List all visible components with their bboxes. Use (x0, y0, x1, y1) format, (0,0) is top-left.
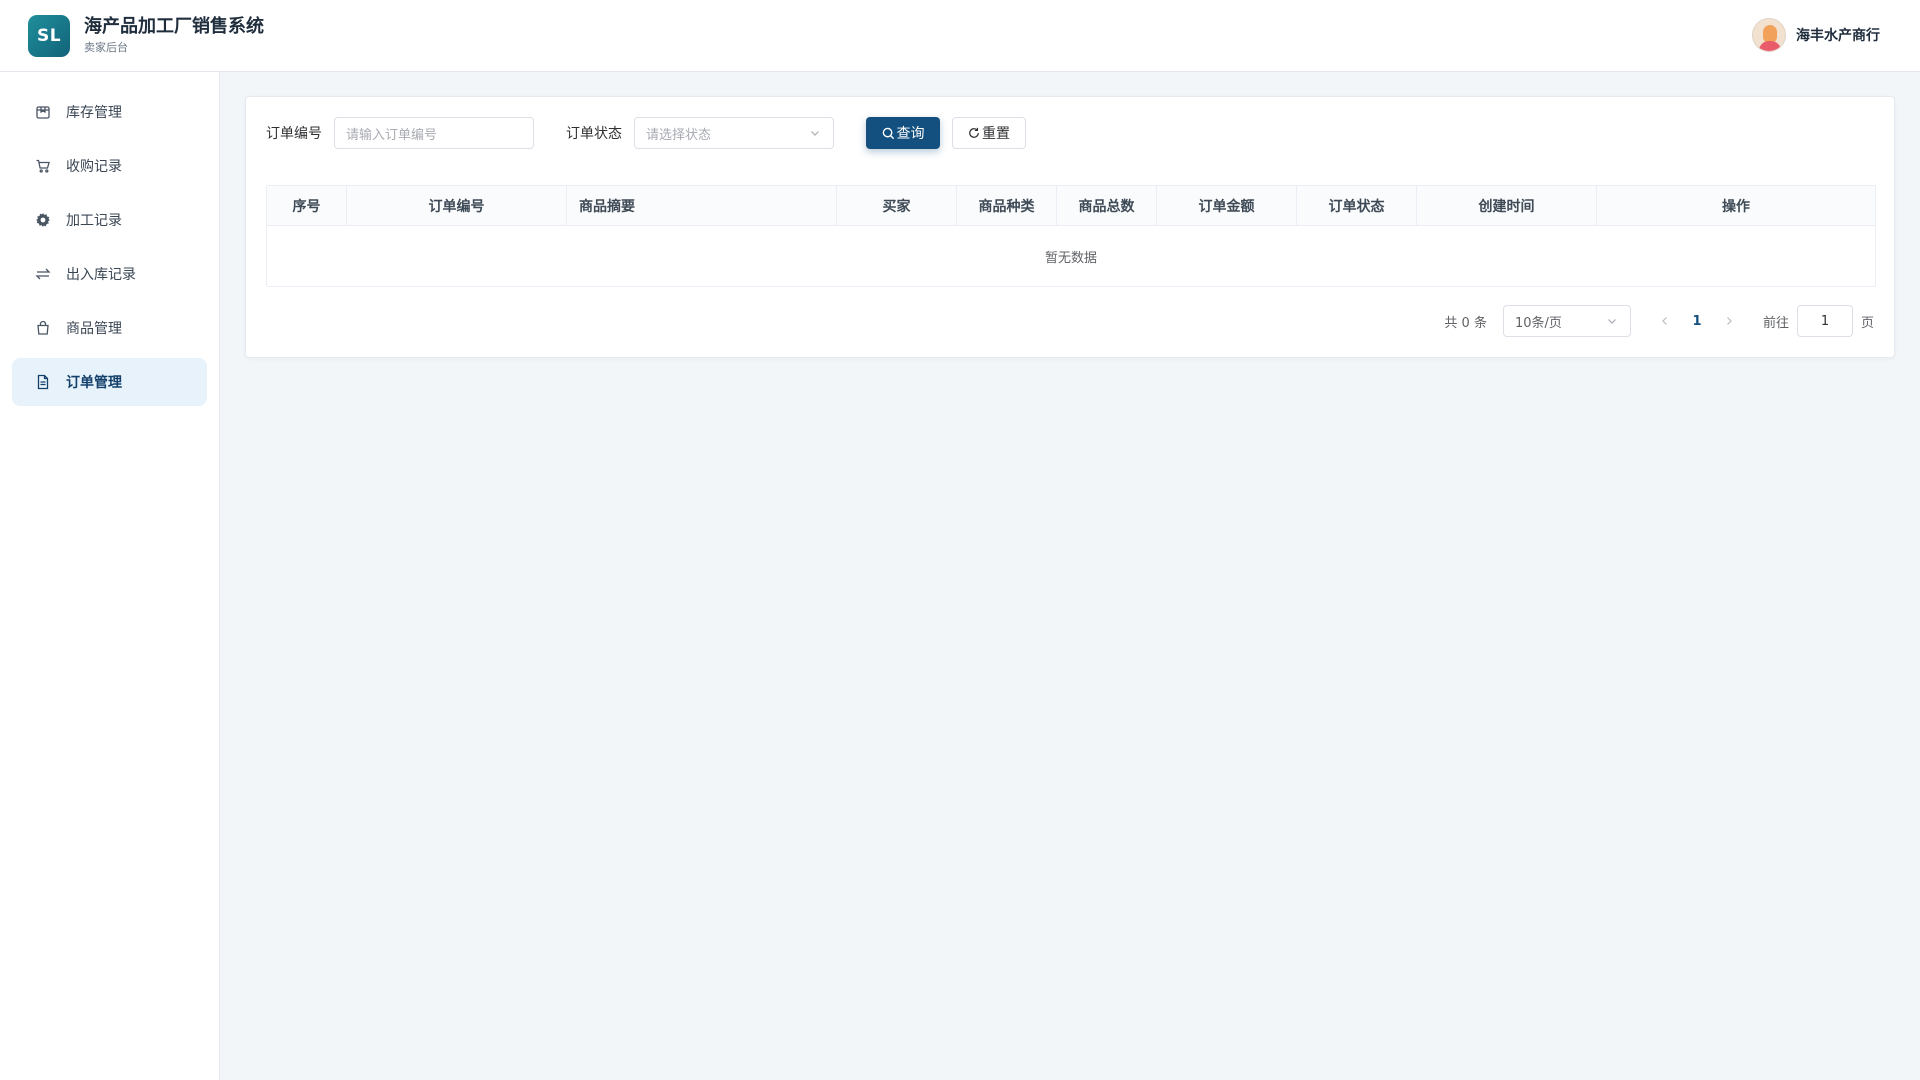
empty-state: 暂无数据 (1044, 250, 1097, 266)
sidebar-item-label: 商品管理 (66, 321, 122, 337)
sidebar-item-orders[interactable]: 订单管理 (12, 358, 207, 406)
column-header: 创建时间 (1417, 186, 1597, 225)
search-icon (882, 127, 894, 139)
column-header: 操作 (1722, 198, 1750, 215)
package-icon (34, 103, 52, 121)
sidebar-item-stock-io[interactable]: 出入库记录 (12, 250, 207, 298)
orders-table: 序号 订单编号 商品摘要 买家 商品种类 商品总数 订单金额 订单状态 创建时间… (266, 185, 1876, 287)
sidebar-item-purchase[interactable]: 收购记录 (12, 142, 207, 190)
cart-icon (34, 157, 52, 175)
table-header: 序号 订单编号 商品摘要 买家 商品种类 商品总数 订单金额 订单状态 创建时间… (267, 186, 1875, 226)
pagination: 共 0 条 10条/页 1 前往 1 页 (1444, 305, 1874, 337)
user-name[interactable]: 海丰水产商行 (1796, 25, 1880, 45)
reset-button[interactable]: 重置 (952, 117, 1026, 149)
top-header: SL 海产品加工厂销售系统 卖家后台 海丰水产商行 (0, 0, 1920, 72)
total-count: 共 0 条 (1444, 315, 1487, 331)
column-header: 订单状态 (1297, 186, 1417, 225)
chevron-down-icon (1606, 315, 1618, 331)
goto-label: 前往 (1762, 315, 1789, 331)
goto-page-input[interactable]: 1 (1796, 305, 1853, 337)
sidebar-item-processing[interactable]: 加工记录 (12, 196, 207, 244)
sidebar-item-label: 加工记录 (66, 213, 122, 229)
column-header: 商品摘要 (567, 186, 837, 225)
status-select[interactable]: 请选择状态 (634, 117, 834, 149)
page-size-select[interactable]: 10条/页 (1502, 305, 1631, 337)
chevron-left-icon (1662, 317, 1667, 325)
next-page-button[interactable] (1713, 316, 1745, 326)
prev-page-button[interactable] (1649, 316, 1681, 326)
sidebar-item-label: 订单管理 (66, 375, 122, 391)
chevron-down-icon (809, 127, 821, 143)
order-no-input[interactable]: 请输入订单编号 (334, 117, 534, 149)
search-button[interactable]: 查询 (866, 117, 940, 149)
chevron-right-icon (1727, 317, 1732, 325)
shopping-bag-icon (34, 319, 52, 337)
user-menu[interactable]: 海丰水产商行 (1752, 18, 1880, 52)
filter-bar: 订单编号 请输入订单编号 订单状态 请选择状态 查询 重置 (266, 117, 1026, 149)
gear-icon (34, 211, 52, 229)
orders-panel: 订单编号 请输入订单编号 订单状态 请选择状态 查询 重置 序号 订单编号 商品… (245, 96, 1895, 358)
page-number[interactable]: 1 (1681, 314, 1713, 329)
column-header: 序号 (267, 186, 347, 225)
page-unit-label: 页 (1860, 315, 1874, 331)
transfer-arrows-icon (34, 265, 52, 283)
avatar[interactable] (1752, 18, 1786, 52)
brand: SL 海产品加工厂销售系统 卖家后台 (28, 14, 264, 57)
app-title: 海产品加工厂销售系统 (84, 15, 264, 37)
sidebar-item-label: 库存管理 (66, 105, 122, 121)
sidebar: 库存管理 收购记录 加工记录 出入库记录 商品管理 订单管理 (0, 72, 220, 1080)
document-icon (34, 373, 52, 391)
sidebar-item-products[interactable]: 商品管理 (12, 304, 207, 352)
refresh-icon (969, 127, 979, 138)
column-header: 买家 (837, 186, 957, 225)
status-label: 订单状态 (566, 126, 622, 142)
column-header: 订单金额 (1157, 186, 1297, 225)
sidebar-item-inventory[interactable]: 库存管理 (12, 88, 207, 136)
app-subtitle: 卖家后台 (84, 40, 128, 54)
logo: SL (28, 14, 70, 57)
sidebar-item-label: 收购记录 (66, 159, 122, 175)
column-header: 商品总数 (1057, 186, 1157, 225)
order-no-label: 订单编号 (266, 126, 322, 142)
column-header: 商品种类 (957, 186, 1057, 225)
sidebar-item-label: 出入库记录 (66, 267, 136, 283)
column-header: 订单编号 (347, 186, 567, 225)
